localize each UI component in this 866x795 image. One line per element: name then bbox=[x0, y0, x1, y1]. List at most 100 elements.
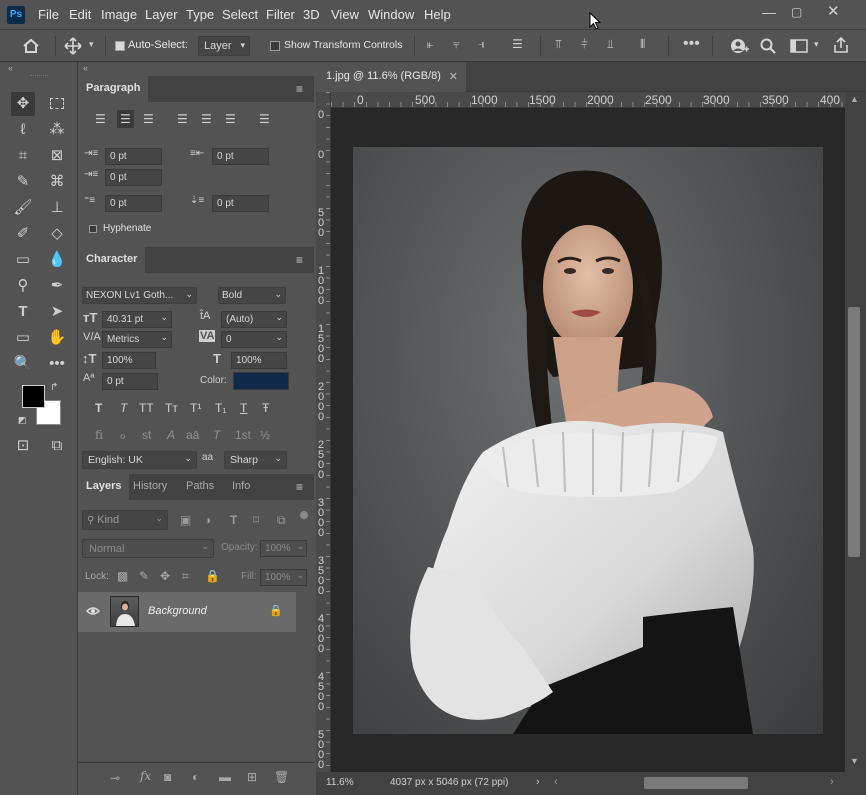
horizontal-scrollbar-thumb[interactable] bbox=[644, 777, 748, 789]
all-caps-icon[interactable]: TT bbox=[139, 401, 154, 415]
clone-stamp-tool[interactable]: ⊥ bbox=[45, 196, 69, 220]
workspace-icon[interactable] bbox=[790, 39, 808, 53]
chevron-down-icon[interactable]: ▾ bbox=[814, 39, 819, 50]
panel-grip[interactable] bbox=[30, 75, 48, 78]
vertical-scale-field[interactable]: 100% bbox=[102, 352, 156, 369]
fractions-icon[interactable]: ½ bbox=[260, 428, 270, 442]
panel-menu-icon[interactable]: ≡ bbox=[296, 82, 303, 96]
space-after-field[interactable]: 0 pt bbox=[212, 195, 269, 212]
ordinals-icon[interactable]: T bbox=[213, 428, 220, 442]
align-horizontal-centers-icon[interactable]: ⫧ bbox=[453, 37, 460, 52]
lock-all-icon[interactable]: 🔒 bbox=[205, 569, 220, 583]
align-top-edges-icon[interactable]: ⫪ bbox=[555, 37, 562, 52]
tab-character[interactable]: Character bbox=[78, 247, 146, 273]
font-size-field[interactable]: 40.31 pt ⌄ bbox=[102, 311, 172, 328]
align-bottom-edges-icon[interactable]: ⫫ bbox=[607, 37, 614, 52]
move-tool[interactable]: ✥ bbox=[11, 92, 35, 116]
underline-icon[interactable]: T bbox=[240, 401, 247, 415]
vertical-scrollbar[interactable]: ▲ ▼ bbox=[845, 92, 866, 772]
hyphenate-checkbox[interactable] bbox=[89, 225, 97, 233]
space-before-field[interactable]: 0 pt bbox=[105, 195, 162, 212]
menu-view[interactable]: View bbox=[331, 7, 359, 22]
old-style-icon[interactable]: ℴ bbox=[120, 428, 126, 442]
align-left-edges-icon[interactable]: ⫦ bbox=[427, 37, 434, 52]
dodge-tool[interactable]: ⚲ bbox=[11, 274, 35, 298]
status-menu-icon[interactable]: › bbox=[536, 776, 540, 788]
titling-alternates-icon[interactable]: aā bbox=[186, 428, 199, 442]
eyedropper-tool[interactable]: ✎ bbox=[11, 170, 35, 194]
layer-name[interactable]: Background bbox=[148, 605, 207, 617]
filter-toggle-icon[interactable] bbox=[300, 511, 308, 519]
indent-left-field[interactable]: 0 pt bbox=[105, 148, 162, 165]
expand-panels-icon[interactable]: « bbox=[83, 63, 88, 73]
document-info[interactable]: 4037 px x 5046 px (72 ppi) bbox=[390, 777, 508, 788]
menu-filter[interactable]: Filter bbox=[266, 7, 295, 22]
font-family-dropdown[interactable]: NEXON Lv1 Goth... ⌄ bbox=[82, 287, 197, 304]
foreground-color-swatch[interactable] bbox=[22, 385, 45, 408]
small-caps-icon[interactable]: Tт bbox=[165, 401, 178, 415]
lock-icon[interactable]: 🔒 bbox=[269, 604, 283, 617]
auto-select-checkbox[interactable] bbox=[115, 41, 125, 51]
scroll-right-icon[interactable]: › bbox=[830, 776, 834, 788]
delete-layer-icon[interactable]: 🗑 bbox=[274, 770, 289, 784]
eye-icon[interactable] bbox=[86, 606, 100, 616]
leading-field[interactable]: (Auto) ⌄ bbox=[221, 311, 287, 328]
filter-pixel-icon[interactable]: ▣ bbox=[180, 513, 191, 527]
auto-select-target-dropdown[interactable]: Layer ▾ bbox=[198, 36, 250, 56]
pen-tool[interactable]: ✒ bbox=[45, 274, 69, 298]
new-layer-icon[interactable]: ⊞ bbox=[247, 770, 257, 784]
superscript-icon[interactable]: T¹ bbox=[190, 401, 201, 415]
eraser-tool[interactable]: ◇ bbox=[45, 222, 69, 246]
align-center-icon[interactable]: ☰ bbox=[117, 110, 134, 128]
transform-controls-checkbox[interactable] bbox=[270, 41, 280, 51]
close-tab-icon[interactable]: ✕ bbox=[449, 70, 458, 83]
antialias-dropdown[interactable]: Sharp ⌄ bbox=[224, 451, 287, 469]
menu-window[interactable]: Window bbox=[368, 7, 414, 22]
lock-image-icon[interactable]: ✎ bbox=[139, 569, 149, 583]
link-layers-icon[interactable]: ⊸ bbox=[110, 771, 120, 785]
scrollbar-thumb[interactable] bbox=[848, 307, 860, 557]
font-style-dropdown[interactable]: Bold ⌄ bbox=[218, 287, 286, 304]
panel-menu-icon[interactable]: ≡ bbox=[296, 253, 303, 267]
frame-tool[interactable]: ⊠ bbox=[45, 144, 69, 168]
move-tool-icon[interactable] bbox=[64, 37, 82, 55]
screen-mode-icon[interactable]: ⧉ bbox=[45, 434, 69, 458]
fill-field[interactable]: 100% ⌄ bbox=[260, 569, 307, 586]
crop-tool[interactable]: ⌗ bbox=[11, 144, 35, 168]
tab-paragraph[interactable]: Paragraph bbox=[78, 76, 149, 102]
tab-layers[interactable]: Layers bbox=[78, 474, 130, 500]
tracking-field[interactable]: 0 ⌄ bbox=[221, 331, 287, 348]
hand-tool[interactable]: ✋ bbox=[45, 326, 69, 350]
search-icon[interactable] bbox=[760, 38, 776, 54]
filter-type-icon[interactable]: T bbox=[230, 513, 237, 527]
app-logo[interactable]: Ps bbox=[7, 6, 25, 24]
swash-icon[interactable]: st bbox=[142, 428, 151, 442]
default-colors-icon[interactable]: ◩ bbox=[18, 415, 27, 426]
justify-last-right-icon[interactable]: ☰ bbox=[225, 112, 236, 126]
scroll-down-icon[interactable]: ▼ bbox=[850, 756, 859, 766]
scroll-left-icon[interactable]: ‹ bbox=[554, 776, 558, 788]
marquee-tool[interactable] bbox=[45, 92, 69, 116]
indent-first-line-field[interactable]: 0 pt bbox=[105, 169, 162, 186]
adjustment-layer-icon[interactable]: ◐ bbox=[192, 770, 199, 784]
share-icon[interactable] bbox=[833, 37, 849, 54]
horizontal-ruler[interactable]: 0 500 1000 1500 2000 2500 3000 3500 400 bbox=[331, 92, 845, 108]
strikethrough-icon[interactable]: Ŧ bbox=[262, 401, 269, 415]
path-selection-tool[interactable]: ➤ bbox=[45, 300, 69, 324]
kerning-field[interactable]: Metrics ⌄ bbox=[102, 331, 172, 348]
layer-row[interactable]: Background 🔒 bbox=[78, 592, 296, 632]
menu-image[interactable]: Image bbox=[101, 7, 137, 22]
blur-tool[interactable]: 💧 bbox=[45, 248, 69, 272]
align-right-edges-icon[interactable]: ⫣ bbox=[478, 37, 485, 52]
menu-help[interactable]: Help bbox=[424, 7, 451, 22]
distribute-vertical-icon[interactable]: ☰ bbox=[512, 37, 523, 51]
scroll-up-icon[interactable]: ▲ bbox=[850, 94, 859, 104]
rectangle-tool[interactable]: ▭ bbox=[11, 326, 35, 350]
new-group-icon[interactable]: ▬ bbox=[219, 770, 231, 784]
filter-shape-icon[interactable]: ⌑ bbox=[253, 513, 259, 527]
panel-menu-icon[interactable]: ≡ bbox=[296, 480, 303, 494]
lasso-tool[interactable]: ℓ bbox=[11, 118, 35, 142]
align-left-icon[interactable]: ☰ bbox=[95, 112, 106, 126]
spot-healing-tool[interactable]: ⌘ bbox=[45, 170, 69, 194]
menu-edit[interactable]: Edit bbox=[69, 7, 91, 22]
